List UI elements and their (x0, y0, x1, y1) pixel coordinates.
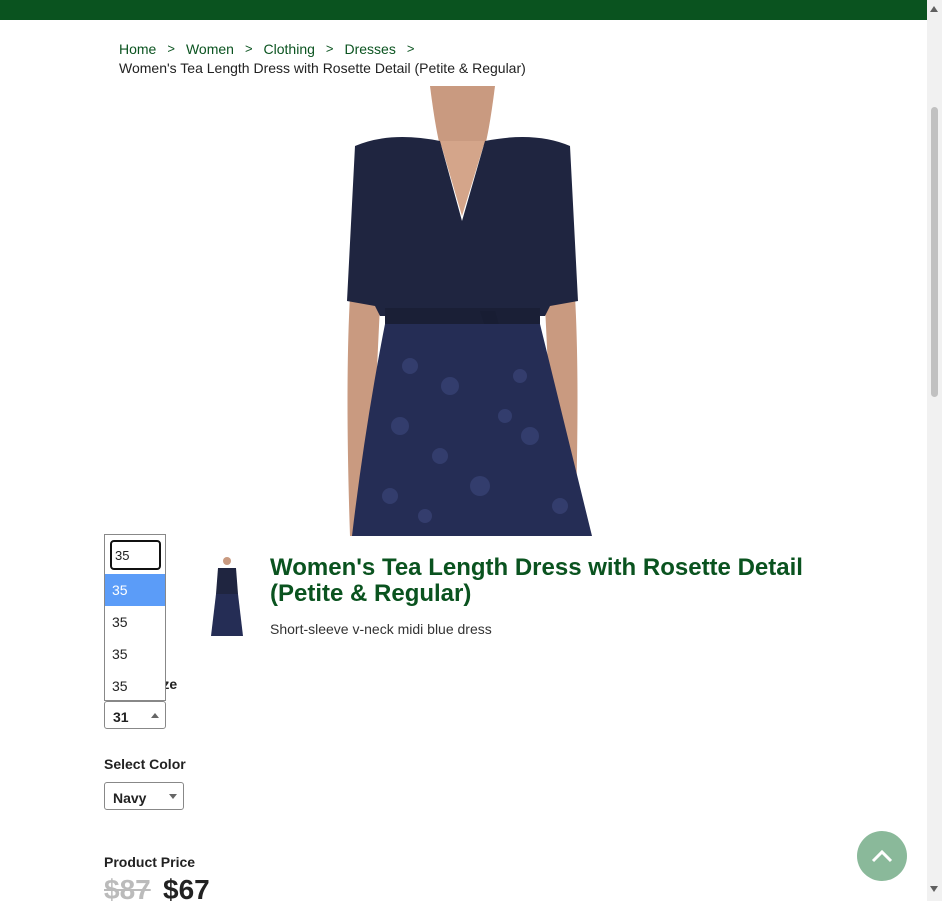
breadcrumb-separator: > (325, 41, 334, 56)
chevron-up-icon (151, 713, 159, 718)
breadcrumb-current: Women's Tea Length Dress with Rosette De… (119, 60, 526, 76)
color-selected-value: Navy (113, 790, 147, 806)
product-thumbnail[interactable] (210, 556, 244, 636)
sale-price: $67 (163, 874, 210, 901)
size-option[interactable]: 35 (105, 670, 165, 702)
chevron-down-icon (169, 794, 177, 799)
size-selected-value: 31 (113, 709, 129, 725)
breadcrumb-separator: > (406, 41, 415, 56)
scroll-down-icon[interactable] (930, 886, 938, 892)
product-title: Women's Tea Length Dress with Rosette De… (270, 554, 803, 607)
breadcrumb-women-link[interactable]: Women (186, 41, 234, 57)
scrollbar-thumb[interactable] (931, 107, 938, 397)
breadcrumb-separator: > (244, 41, 253, 56)
original-price: $87 (104, 874, 151, 901)
breadcrumb-dresses-link[interactable]: Dresses (345, 41, 396, 57)
product-description: Short-sleeve v-neck midi blue dress (270, 621, 492, 637)
size-dropdown-list: 35 35 35 35 35 (104, 534, 166, 701)
color-label: Select Color (104, 756, 186, 772)
top-header-bar (0, 0, 927, 20)
size-option[interactable]: 35 (105, 606, 165, 638)
page-scrollbar[interactable] (927, 0, 942, 901)
scroll-up-icon[interactable] (930, 6, 938, 12)
breadcrumb-clothing-link[interactable]: Clothing (264, 41, 315, 57)
chevron-up-icon (871, 849, 893, 863)
price-label: Product Price (104, 854, 196, 870)
breadcrumb-home-link[interactable]: Home (119, 41, 156, 57)
breadcrumb-separator: > (167, 41, 175, 56)
size-option[interactable]: 35 (105, 574, 165, 606)
product-main-image (330, 86, 595, 536)
color-select[interactable]: Navy (104, 782, 184, 810)
size-search-input[interactable]: 35 (110, 540, 161, 570)
breadcrumb: Home > Women > Clothing > Dresses > Wome… (119, 40, 526, 77)
scroll-to-top-button[interactable] (857, 831, 907, 881)
size-select[interactable]: 31 (104, 701, 166, 729)
size-option[interactable]: 35 (105, 638, 165, 670)
